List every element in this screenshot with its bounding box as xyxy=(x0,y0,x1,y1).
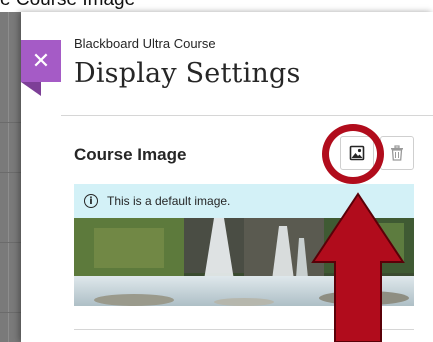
trash-icon xyxy=(391,145,403,161)
cropped-heading-text: e Course Image xyxy=(0,0,135,11)
header-divider xyxy=(61,115,433,116)
course-name: Blackboard Ultra Course xyxy=(74,36,216,51)
close-button-tab xyxy=(21,82,41,96)
cropped-top-text-strip: e Course Image xyxy=(0,0,433,12)
close-panel-button[interactable]: ✕ xyxy=(21,40,61,82)
close-icon: ✕ xyxy=(31,48,51,73)
course-image-heading: Course Image xyxy=(74,145,187,164)
delete-image-button[interactable] xyxy=(380,136,414,170)
info-icon: i xyxy=(84,194,98,208)
waterfall-image xyxy=(74,218,414,306)
section-divider xyxy=(74,329,414,330)
default-image-notice: i This is a default image. xyxy=(74,184,414,218)
edit-image-button[interactable] xyxy=(340,136,374,170)
background-divider xyxy=(8,12,9,342)
image-edit-icon xyxy=(349,145,365,161)
default-image-notice-text: This is a default image. xyxy=(107,194,231,208)
panel-title: Display Settings xyxy=(74,58,301,89)
course-image-preview xyxy=(74,218,414,306)
